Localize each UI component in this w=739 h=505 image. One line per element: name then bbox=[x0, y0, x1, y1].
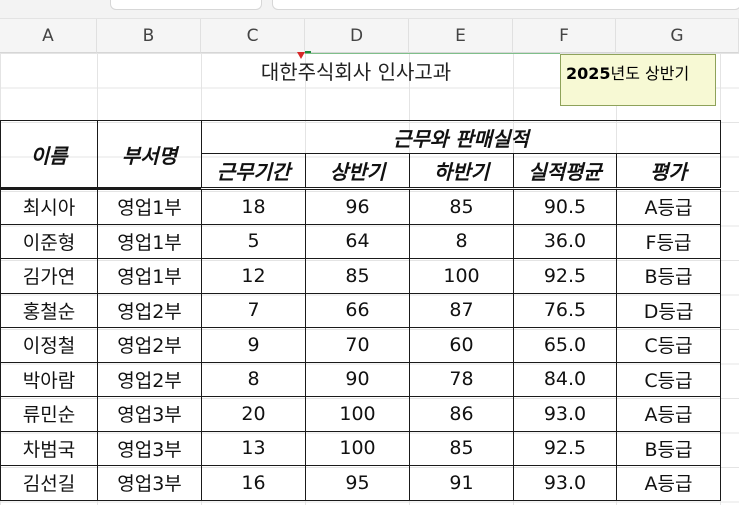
table-cell[interactable]: 차범국 bbox=[0, 430, 98, 466]
table-cell[interactable]: 90 bbox=[305, 361, 410, 397]
table-cell[interactable]: A등급 bbox=[616, 396, 721, 432]
table-cell[interactable]: 영업3부 bbox=[97, 465, 202, 501]
table-row: 홍철순 영업2부 7 66 87 76.5 D등급 bbox=[0, 292, 721, 328]
table-row: 김선길 영업3부 16 95 91 93.0 A등급 bbox=[0, 465, 721, 501]
table-cell[interactable]: 87 bbox=[409, 292, 514, 328]
table-cell[interactable]: 영업1부 bbox=[97, 187, 202, 225]
table-cell[interactable]: A등급 bbox=[616, 465, 721, 501]
note-text: 년도 상반기 bbox=[610, 64, 690, 83]
table-row: 이정철 영업2부 9 70 60 65.0 C등급 bbox=[0, 327, 721, 363]
table-cell[interactable]: 홍철순 bbox=[0, 292, 98, 328]
table-cell[interactable]: 18 bbox=[201, 187, 306, 225]
table-cell[interactable]: 92.5 bbox=[513, 258, 617, 294]
table-cell[interactable]: C등급 bbox=[616, 361, 721, 397]
formula-bar[interactable] bbox=[272, 0, 739, 10]
table-cell[interactable]: 류민순 bbox=[0, 396, 98, 432]
table-cell[interactable]: 12 bbox=[201, 258, 306, 294]
table-cell[interactable]: 85 bbox=[409, 187, 514, 225]
header-group[interactable]: 근무와 판매실적 bbox=[201, 120, 721, 154]
table-cell[interactable]: 영업3부 bbox=[97, 396, 202, 432]
table-cell[interactable]: 이정철 bbox=[0, 327, 98, 363]
data-table: 이름 부서명 근무와 판매실적 근무기간 상반기 하반기 실적평균 평가 최시아… bbox=[0, 120, 721, 501]
header-tenure[interactable]: 근무기간 bbox=[201, 153, 306, 190]
table-cell[interactable]: 76.5 bbox=[513, 292, 617, 328]
toolbar-tab[interactable] bbox=[110, 0, 262, 10]
table-cell[interactable]: 100 bbox=[305, 396, 410, 432]
table-cell[interactable]: 70 bbox=[305, 327, 410, 363]
table-cell[interactable]: 8 bbox=[409, 223, 514, 259]
table-cell[interactable]: 7 bbox=[201, 292, 306, 328]
table-row: 최시아 영업1부 18 96 85 90.5 A등급 bbox=[0, 187, 721, 225]
table-cell[interactable]: 66 bbox=[305, 292, 410, 328]
table-cell[interactable]: 78 bbox=[409, 361, 514, 397]
table-cell[interactable]: F등급 bbox=[616, 223, 721, 259]
header-name[interactable]: 이름 bbox=[0, 120, 98, 189]
table-row: 이준형 영업1부 5 64 8 36.0 F등급 bbox=[0, 223, 721, 259]
column-header-a[interactable]: A bbox=[0, 19, 97, 53]
column-header-d[interactable]: D bbox=[305, 19, 409, 53]
header-first-half[interactable]: 상반기 bbox=[305, 153, 410, 190]
table-cell[interactable]: 5 bbox=[201, 223, 306, 259]
sheet-title[interactable]: 대한주식회사 인사고과 bbox=[202, 53, 510, 87]
table-cell[interactable]: 박아람 bbox=[0, 361, 98, 397]
table-cell[interactable]: 84.0 bbox=[513, 361, 617, 397]
table-cell[interactable]: 96 bbox=[305, 187, 410, 225]
table-cell[interactable]: 92.5 bbox=[513, 430, 617, 466]
table-cell[interactable]: 영업1부 bbox=[97, 258, 202, 294]
header-second-half[interactable]: 하반기 bbox=[409, 153, 514, 190]
table-cell[interactable]: B등급 bbox=[616, 258, 721, 294]
table-row: 박아람 영업2부 8 90 78 84.0 C등급 bbox=[0, 361, 721, 397]
table-cell[interactable]: 13 bbox=[201, 430, 306, 466]
table-cell[interactable]: 65.0 bbox=[513, 327, 617, 363]
table-cell[interactable]: 90.5 bbox=[513, 187, 617, 225]
table-cell[interactable]: 93.0 bbox=[513, 465, 617, 501]
table-cell[interactable]: 이준형 bbox=[0, 223, 98, 259]
table-cell[interactable]: 영업1부 bbox=[97, 223, 202, 259]
table-cell[interactable]: D등급 bbox=[616, 292, 721, 328]
table-cell[interactable]: 93.0 bbox=[513, 396, 617, 432]
table-cell[interactable]: B등급 bbox=[616, 430, 721, 466]
table-cell[interactable]: C등급 bbox=[616, 327, 721, 363]
table-row: 차범국 영업3부 13 100 85 92.5 B등급 bbox=[0, 430, 721, 466]
table-cell[interactable]: 9 bbox=[201, 327, 306, 363]
table-cell[interactable]: 36.0 bbox=[513, 223, 617, 259]
table-cell[interactable]: 100 bbox=[409, 258, 514, 294]
table-cell[interactable]: 91 bbox=[409, 465, 514, 501]
comment-note[interactable]: 2025년도 상반기 bbox=[560, 54, 716, 106]
table-row: 김가연 영업1부 12 85 100 92.5 B등급 bbox=[0, 258, 721, 294]
table-cell[interactable]: 영업3부 bbox=[97, 430, 202, 466]
column-header-b[interactable]: B bbox=[97, 19, 201, 53]
table-cell[interactable]: 영업2부 bbox=[97, 361, 202, 397]
table-cell[interactable]: 85 bbox=[305, 258, 410, 294]
table-cell[interactable]: 8 bbox=[201, 361, 306, 397]
header-grade[interactable]: 평가 bbox=[616, 153, 721, 190]
table-cell[interactable]: 100 bbox=[305, 430, 410, 466]
header-average[interactable]: 실적평균 bbox=[513, 153, 617, 190]
table-row: 류민순 영업3부 20 100 86 93.0 A등급 bbox=[0, 396, 721, 432]
table-cell[interactable]: 김선길 bbox=[0, 465, 98, 501]
table-cell[interactable]: 김가연 bbox=[0, 258, 98, 294]
comment-indicator-icon[interactable] bbox=[297, 52, 305, 59]
table-cell[interactable]: 16 bbox=[201, 465, 306, 501]
table-cell[interactable]: 60 bbox=[409, 327, 514, 363]
table-cell[interactable]: 최시아 bbox=[0, 187, 98, 225]
table-cell[interactable]: 64 bbox=[305, 223, 410, 259]
table-cell[interactable]: 20 bbox=[201, 396, 306, 432]
column-header-g[interactable]: G bbox=[616, 19, 739, 53]
sheet-top-strip bbox=[0, 0, 739, 19]
column-header-e[interactable]: E bbox=[409, 19, 513, 53]
table-cell[interactable]: 85 bbox=[409, 430, 514, 466]
note-year: 2025 bbox=[566, 64, 611, 83]
selection-border bbox=[305, 53, 560, 54]
table-cell[interactable]: A등급 bbox=[616, 187, 721, 225]
header-dept[interactable]: 부서명 bbox=[97, 120, 202, 189]
table-cell[interactable]: 95 bbox=[305, 465, 410, 501]
column-header-f[interactable]: F bbox=[513, 19, 616, 53]
column-header-c[interactable]: C bbox=[201, 19, 305, 53]
table-cell[interactable]: 영업2부 bbox=[97, 327, 202, 363]
table-cell[interactable]: 86 bbox=[409, 396, 514, 432]
table-cell[interactable]: 영업2부 bbox=[97, 292, 202, 328]
